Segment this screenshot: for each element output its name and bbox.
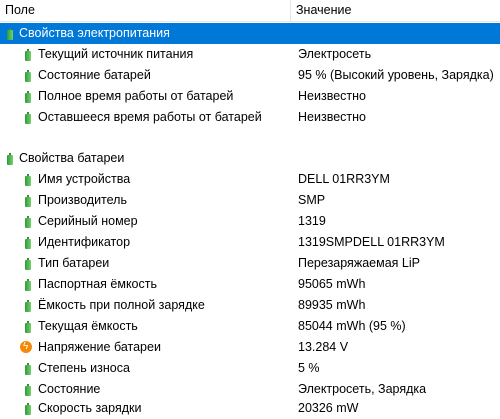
field-value: Электросеть bbox=[298, 47, 372, 61]
field-value: 5 % bbox=[298, 361, 320, 375]
battery-icon bbox=[22, 215, 34, 228]
section-battery-properties[interactable]: Свойства батареи bbox=[0, 148, 500, 169]
field-name: Полное время работы от батарей bbox=[38, 89, 234, 103]
field-name: Паспортная ёмкость bbox=[38, 277, 158, 291]
battery-icon bbox=[4, 152, 16, 165]
field-name: Идентификатор bbox=[38, 235, 131, 249]
table-row[interactable]: Степень износа 5 % bbox=[0, 358, 500, 379]
voltage-icon: ϟ bbox=[20, 341, 32, 354]
battery-icon bbox=[22, 194, 34, 207]
field-value: 1319 bbox=[298, 214, 326, 228]
battery-icon bbox=[4, 27, 16, 40]
battery-icon bbox=[22, 48, 34, 61]
battery-icon bbox=[22, 299, 34, 312]
battery-icon bbox=[22, 69, 34, 82]
column-header: Поле Значение bbox=[0, 0, 500, 22]
field-value: 95065 mWh bbox=[298, 277, 366, 291]
table-row[interactable]: Состояние Электросеть, Зарядка bbox=[0, 379, 500, 400]
table-row[interactable]: ϟ Напряжение батареи 13.284 V bbox=[0, 337, 500, 358]
battery-icon bbox=[22, 236, 34, 249]
section-title: Свойства электропитания bbox=[19, 26, 170, 40]
battery-icon bbox=[22, 402, 34, 415]
battery-icon bbox=[22, 111, 34, 124]
table-row[interactable]: Тип батареи Перезаряжаемая LiP bbox=[0, 253, 500, 274]
header-field[interactable]: Поле bbox=[0, 0, 291, 21]
table-row[interactable]: Серийный номер 1319 bbox=[0, 211, 500, 232]
table-row[interactable]: Текущий источник питания Электросеть bbox=[0, 44, 500, 65]
table-row[interactable]: Производитель SMP bbox=[0, 190, 500, 211]
field-value: 13.284 V bbox=[298, 340, 349, 354]
header-value[interactable]: Значение bbox=[291, 0, 500, 21]
field-name: Напряжение батареи bbox=[38, 340, 161, 354]
field-value: 1319SMPDELL 01RR3YM bbox=[298, 235, 445, 249]
field-name: Текущая ёмкость bbox=[38, 319, 138, 333]
field-value: DELL 01RR3YM bbox=[298, 172, 390, 186]
battery-icon bbox=[22, 362, 34, 375]
battery-icon bbox=[22, 278, 34, 291]
field-value: 85044 mWh (95 %) bbox=[298, 319, 406, 333]
field-value: Неизвестно bbox=[298, 110, 366, 124]
field-name: Тип батареи bbox=[38, 256, 110, 270]
table-row[interactable]: Ёмкость при полной зарядке 89935 mWh bbox=[0, 295, 500, 316]
field-value: 20326 mW bbox=[298, 401, 359, 415]
battery-icon bbox=[22, 383, 34, 396]
field-value: Неизвестно bbox=[298, 89, 366, 103]
field-name: Состояние bbox=[38, 382, 101, 396]
battery-icon bbox=[22, 173, 34, 186]
table-row[interactable]: Оставшееся время работы от батарей Неизв… bbox=[0, 107, 500, 128]
field-value: Перезаряжаемая LiP bbox=[298, 256, 420, 270]
table-row[interactable]: Текущая ёмкость 85044 mWh (95 %) bbox=[0, 316, 500, 337]
section-title: Свойства батареи bbox=[19, 151, 125, 165]
field-name: Текущий источник питания bbox=[38, 47, 194, 61]
field-name: Оставшееся время работы от батарей bbox=[38, 110, 262, 124]
table-row[interactable]: Состояние батарей 95 % (Высокий уровень,… bbox=[0, 65, 500, 86]
field-value: 95 % (Высокий уровень, Зарядка) bbox=[298, 68, 494, 82]
table-row[interactable]: Полное время работы от батарей Неизвестн… bbox=[0, 86, 500, 107]
field-name: Имя устройства bbox=[38, 172, 131, 186]
table-row[interactable]: Скорость зарядки 20326 mW bbox=[0, 398, 500, 419]
battery-icon bbox=[22, 90, 34, 103]
table-row[interactable]: Имя устройства DELL 01RR3YM bbox=[0, 169, 500, 190]
table-row[interactable]: Паспортная ёмкость 95065 mWh bbox=[0, 274, 500, 295]
field-value: 89935 mWh bbox=[298, 298, 366, 312]
field-value: Электросеть, Зарядка bbox=[298, 382, 427, 396]
field-name: Состояние батарей bbox=[38, 68, 151, 82]
field-name: Скорость зарядки bbox=[38, 401, 142, 415]
field-name: Серийный номер bbox=[38, 214, 138, 228]
field-name: Ёмкость при полной зарядке bbox=[38, 298, 205, 312]
battery-icon bbox=[22, 320, 34, 333]
battery-icon bbox=[22, 257, 34, 270]
table-row[interactable]: Идентификатор 1319SMPDELL 01RR3YM bbox=[0, 232, 500, 253]
field-value: SMP bbox=[298, 193, 326, 207]
field-name: Степень износа bbox=[38, 361, 130, 375]
section-power-properties[interactable]: Свойства электропитания bbox=[0, 23, 500, 44]
field-name: Производитель bbox=[38, 193, 127, 207]
